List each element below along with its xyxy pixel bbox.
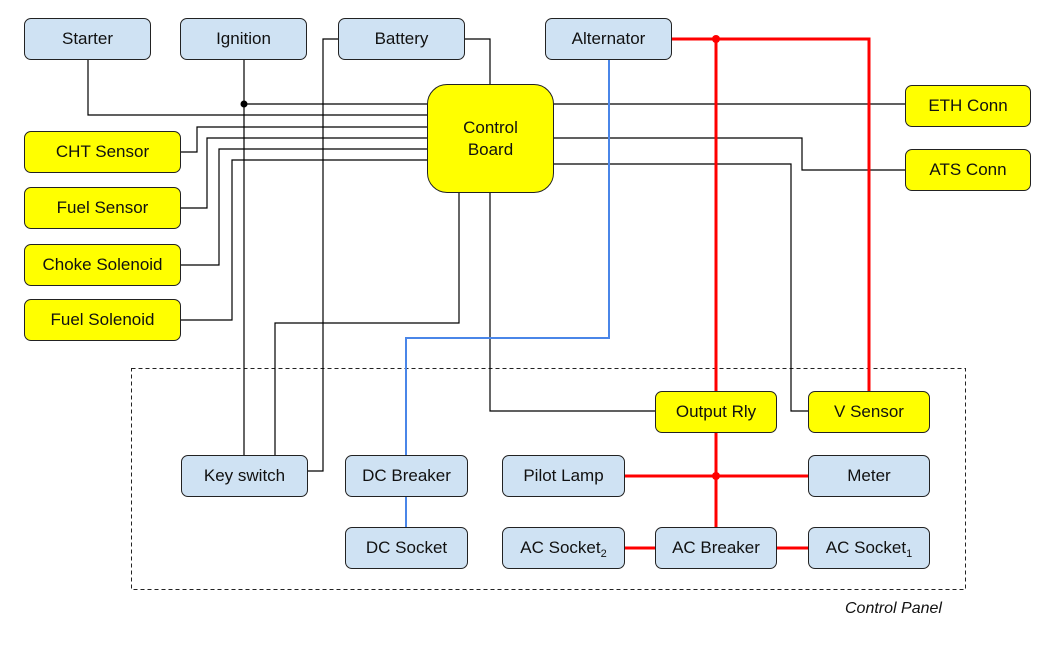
node-cht-sensor[interactable]: CHT Sensor [24,131,181,173]
node-ats-conn[interactable]: ATS Conn [905,149,1031,191]
node-label: Output Rly [675,402,757,421]
node-label: ATS Conn [929,160,1007,179]
control-panel-label: Control Panel [845,600,942,617]
node-pilot-lamp[interactable]: Pilot Lamp [502,455,625,497]
wire-board-outputrly [489,193,655,412]
wire-board-keyswitch [274,193,460,455]
wire-board-vsensor [554,163,808,412]
node-label: Ignition [216,29,271,48]
junction-dot-ac-bus [712,472,720,480]
node-label-line2: Board [467,139,514,159]
node-label: ETH Conn [928,96,1008,115]
node-ac-socket-2[interactable]: AC Socket2 [502,527,625,569]
node-label: Pilot Lamp [523,466,604,485]
node-label: V Sensor [834,402,904,421]
node-v-sensor[interactable]: V Sensor [808,391,930,433]
wire-board-ats [554,137,905,171]
node-meter[interactable]: Meter [808,455,930,497]
node-starter[interactable]: Starter [24,18,151,60]
junction-dot-ignition [240,100,248,108]
node-subscript: 1 [906,548,913,560]
node-choke-solenoid[interactable]: Choke Solenoid [24,244,181,286]
node-label: CHT Sensor [55,142,150,161]
node-ignition[interactable]: Ignition [180,18,307,60]
wiring-diagram: Starter Ignition Battery Alternator Cont… [0,0,1059,670]
node-output-rly[interactable]: Output Rly [655,391,777,433]
node-ac-breaker[interactable]: AC Breaker [655,527,777,569]
node-label: Meter [847,466,891,485]
wire-fuelsolenoid-board [181,159,427,321]
node-eth-conn[interactable]: ETH Conn [905,85,1031,127]
node-label: Key switch [203,466,286,485]
node-label: Fuel Sensor [56,198,149,217]
node-label: Alternator [571,29,646,48]
node-label: Starter [61,29,114,48]
node-alternator[interactable]: Alternator [545,18,672,60]
node-subscript: 2 [600,548,607,560]
node-fuel-solenoid[interactable]: Fuel Solenoid [24,299,181,341]
node-control-board[interactable]: Control Board [427,84,554,193]
junction-dot-alternator [712,35,720,43]
node-label: AC Breaker [672,538,760,557]
node-label: AC Socket [520,538,601,557]
node-label: DC Breaker [362,466,451,485]
wire-cht-board [181,126,427,153]
wire-starter-board [87,60,427,116]
node-label-line1: Control [463,117,518,137]
node-dc-socket[interactable]: DC Socket [345,527,468,569]
node-ac-socket-1[interactable]: AC Socket1 [808,527,930,569]
wire-choke-board [181,148,427,266]
node-label: Battery [374,29,429,48]
node-fuel-sensor[interactable]: Fuel Sensor [24,187,181,229]
node-label: Choke Solenoid [42,255,163,274]
node-label: AC Socket [825,538,907,557]
node-label: DC Socket [365,538,448,557]
node-battery[interactable]: Battery [338,18,465,60]
node-key-switch[interactable]: Key switch [181,455,308,497]
node-label: Fuel Solenoid [50,310,155,329]
wire-battery-board [465,38,491,84]
wire-alternator-vsensor [672,37,871,391]
node-dc-breaker[interactable]: DC Breaker [345,455,468,497]
